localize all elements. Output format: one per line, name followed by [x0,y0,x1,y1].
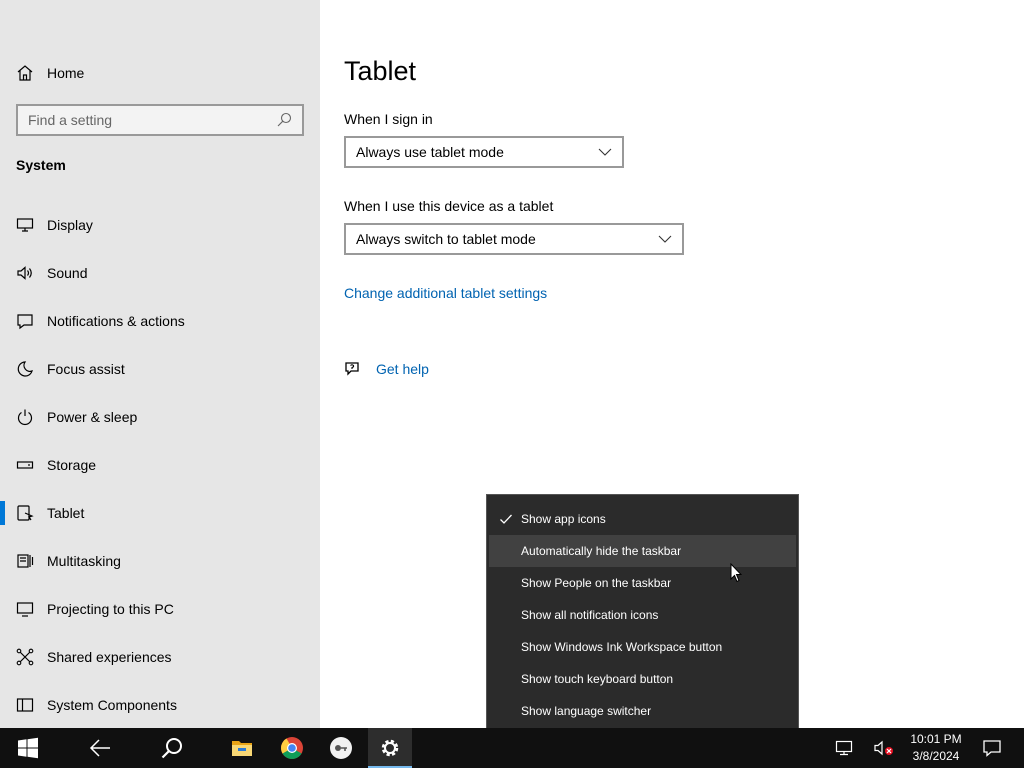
sidebar-item-projecting[interactable]: Projecting to this PC [0,585,320,633]
sidebar-item-label: Power & sleep [47,409,138,425]
taskbar-settings[interactable] [368,728,412,768]
action-center-button[interactable] [970,728,1014,768]
tray-network[interactable] [822,728,866,768]
taskbar-context-menu: Show app icons Automatically hide the ta… [486,494,799,736]
chevron-down-icon [598,148,612,156]
back-icon [89,739,110,757]
sidebar-item-label: Projecting to this PC [47,601,174,617]
sign-in-label: When I sign in [344,111,433,127]
home-icon [17,65,33,81]
taskbar-chrome[interactable] [270,728,314,768]
tablet-device-label: When I use this device as a tablet [344,198,554,214]
menu-item-show-ink-workspace[interactable]: Show Windows Ink Workspace button [487,631,798,663]
clock-date: 3/8/2024 [912,749,960,763]
menu-item-show-notification-icons[interactable]: Show all notification icons [487,599,798,631]
tablet-mode-dropdown[interactable]: Always switch to tablet mode [344,223,684,255]
app-icon [330,737,352,759]
taskbar: 10:01 PM 3/8/2024 [0,728,1024,768]
additional-tablet-settings-link[interactable]: Change additional tablet settings [344,285,547,301]
shared-experiences-icon [16,648,34,666]
sidebar-item-label: Display [47,217,93,233]
tray-volume[interactable] [862,728,906,768]
get-help-icon [345,362,359,376]
tablet-icon [16,504,34,522]
sidebar-item-label: Focus assist [47,361,125,377]
sidebar-item-label: Sound [47,265,88,281]
sidebar-nav: Display Sound Notifications & actions Fo… [0,201,320,729]
section-title: System [16,157,66,173]
sidebar-item-label: Storage [47,457,97,473]
sidebar-item-label: System Components [47,697,177,713]
taskbar-file-explorer[interactable] [220,728,264,768]
menu-item-show-app-icons[interactable]: Show app icons [487,503,798,535]
sidebar-item-tablet[interactable]: Tablet [0,489,320,537]
menu-item-label: Show all notification icons [521,608,659,622]
menu-item-auto-hide-taskbar[interactable]: Automatically hide the taskbar [489,535,796,567]
sidebar-item-label: Tablet [47,505,85,521]
action-center-icon [983,740,1001,757]
search-icon[interactable] [276,112,292,128]
file-explorer-icon [232,741,252,756]
menu-item-label: Show Windows Ink Workspace button [521,640,723,654]
menu-item-show-people[interactable]: Show People on the taskbar [487,567,798,599]
storage-icon [16,456,34,474]
sound-icon [16,264,34,282]
home-label: Home [47,65,85,81]
sidebar-item-system-components[interactable]: System Components [0,681,320,729]
sign-in-dropdown[interactable]: Always use tablet mode [344,136,624,168]
taskbar-search-button[interactable] [150,728,194,768]
sidebar: Home System Display Sound Notifications … [0,0,320,728]
menu-item-label: Show People on the taskbar [521,576,672,590]
sidebar-item-shared-experiences[interactable]: Shared experiences [0,633,320,681]
taskbar-app[interactable] [319,728,363,768]
home-nav-item[interactable]: Home [16,62,84,84]
settings-icon [381,739,399,757]
get-help-link[interactable]: Get help [344,360,429,378]
chrome-icon [281,737,303,759]
sidebar-item-label: Notifications & actions [47,313,185,329]
start-button[interactable] [6,728,50,768]
sidebar-item-display[interactable]: Display [0,201,320,249]
sidebar-item-power-sleep[interactable]: Power & sleep [0,393,320,441]
back-button[interactable] [78,728,122,768]
page-title: Tablet [344,56,417,86]
system-components-icon [16,696,34,714]
checkmark-icon [500,514,512,524]
sidebar-item-focus-assist[interactable]: Focus assist [0,345,320,393]
search-input[interactable] [28,112,276,128]
chevron-down-icon [658,235,672,243]
sidebar-item-multitasking[interactable]: Multitasking [0,537,320,585]
sidebar-item-notifications[interactable]: Notifications & actions [0,297,320,345]
tablet-mode-dropdown-value: Always switch to tablet mode [356,231,536,247]
focus-assist-icon [16,360,34,378]
sidebar-item-label: Shared experiences [47,649,172,665]
sidebar-item-storage[interactable]: Storage [0,441,320,489]
menu-item-label: Show touch keyboard button [521,672,674,686]
taskbar-clock[interactable]: 10:01 PM 3/8/2024 [906,731,966,765]
menu-item-show-touch-keyboard[interactable]: Show touch keyboard button [487,663,798,695]
search-box[interactable] [16,104,304,136]
power-icon [16,408,34,426]
sidebar-item-label: Multitasking [47,553,121,569]
search-icon [161,738,182,759]
notifications-icon [16,312,34,330]
start-icon [18,737,38,759]
menu-item-label: Show language switcher [521,704,652,718]
network-icon [835,740,853,756]
display-icon [16,216,34,234]
mouse-cursor-icon [730,563,742,583]
multitasking-icon [16,552,34,570]
clock-time: 10:01 PM [910,732,962,746]
menu-item-label: Automatically hide the taskbar [521,544,682,558]
menu-item-show-language-switcher[interactable]: Show language switcher [487,695,798,727]
volume-muted-icon [874,740,893,756]
get-help-label: Get help [376,361,429,377]
sign-in-dropdown-value: Always use tablet mode [356,144,504,160]
projecting-icon [16,600,34,618]
sidebar-item-sound[interactable]: Sound [0,249,320,297]
menu-item-label: Show app icons [521,512,606,526]
